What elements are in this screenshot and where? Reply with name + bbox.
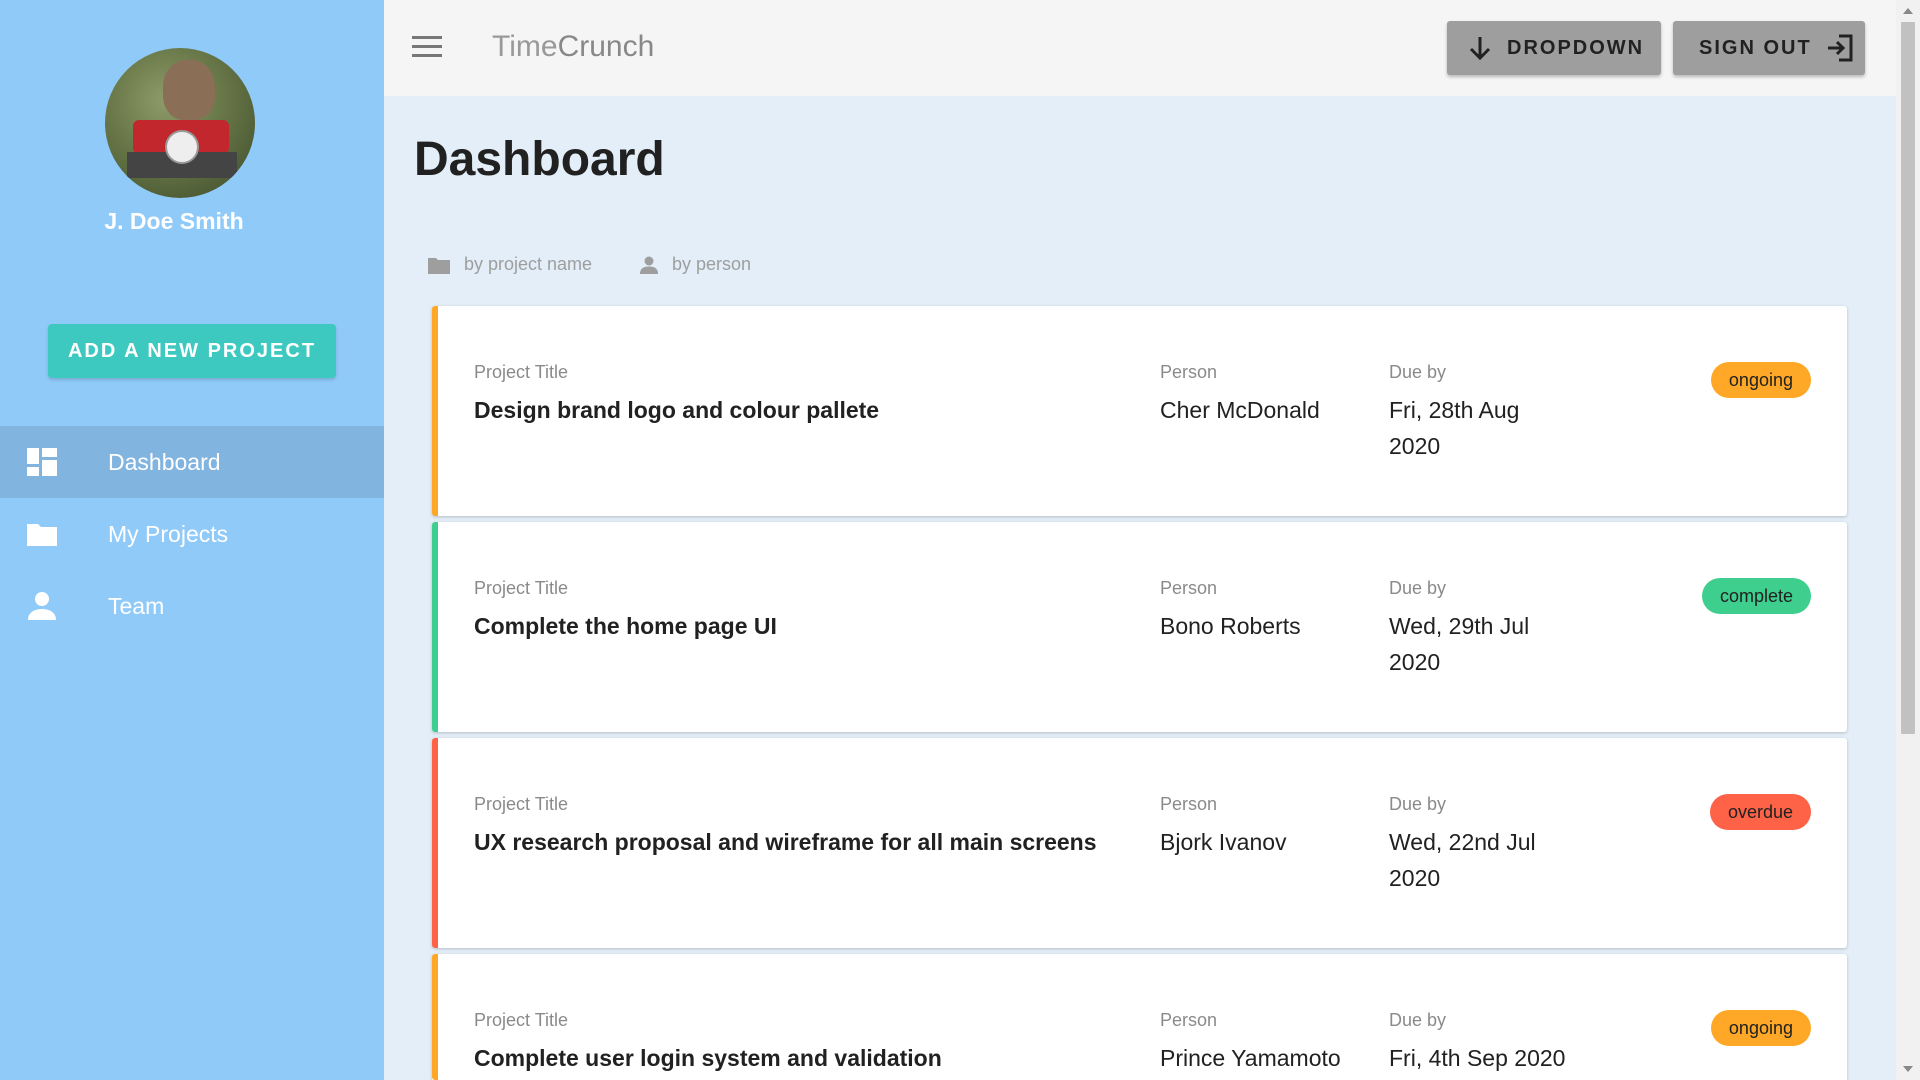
due-label: Due by <box>1389 362 1447 382</box>
project-person: Bono Roberts <box>1160 613 1301 639</box>
scrollbar-thumb[interactable] <box>1901 22 1915 734</box>
person-label: Person <box>1160 578 1218 598</box>
filter-label: by person <box>672 254 752 274</box>
project-due-date: Wed, 29th Jul 2020 <box>1389 613 1530 675</box>
due-label: Due by <box>1389 794 1447 814</box>
sidebar-item-my-projects[interactable]: My Projects <box>0 498 384 570</box>
project-title: Complete user login system and validatio… <box>474 1045 942 1071</box>
sidebar-item-label: My Projects <box>108 520 229 547</box>
sidebar-item-team[interactable]: Team <box>0 570 384 642</box>
dropdown-label: DROPDOWN <box>1507 36 1645 59</box>
sidebar-item-dashboard[interactable]: Dashboard <box>0 426 384 498</box>
status-badge: overdue <box>1709 794 1811 830</box>
hamburger-menu-icon[interactable] <box>412 36 442 58</box>
avatar[interactable] <box>105 48 255 198</box>
project-person: Cher McDonald <box>1160 397 1320 423</box>
page-title: Dashboard <box>414 133 665 186</box>
project-title-label: Project Title <box>474 1010 569 1030</box>
status-stripe <box>432 306 438 516</box>
status-stripe <box>432 522 438 732</box>
project-card[interactable]: Project Title Complete user login system… <box>432 954 1847 1080</box>
project-title-label: Project Title <box>474 578 569 598</box>
user-name: J. Doe Smith <box>104 208 244 234</box>
project-due-date: Fri, 4th Sep 2020 <box>1389 1045 1566 1071</box>
due-label: Due by <box>1389 578 1447 598</box>
project-title-label: Project Title <box>474 794 569 814</box>
top-header: TimeCrunch DROPDOWN SIGN OUT <box>384 0 1896 96</box>
person-icon <box>28 592 56 620</box>
project-title: Design brand logo and colour pallete <box>474 397 880 423</box>
avatar-clock <box>165 130 199 164</box>
project-person: Prince Yamamoto <box>1160 1045 1341 1071</box>
status-stripe <box>432 738 438 948</box>
scroll-down-arrow-icon[interactable] <box>1903 1066 1913 1072</box>
sort-by-project-name[interactable]: by project name <box>428 254 592 275</box>
due-label: Due by <box>1389 1010 1447 1030</box>
add-project-button[interactable]: ADD A NEW PROJECT <box>48 324 336 378</box>
sign-out-icon <box>1827 34 1853 62</box>
project-card[interactable]: Project Title Complete the home page UI … <box>432 522 1847 732</box>
scroll-up-arrow-icon[interactable] <box>1903 8 1913 14</box>
project-due-date: Fri, 28th Aug 2020 <box>1389 397 1520 459</box>
sidebar-item-label: Dashboard <box>108 448 221 475</box>
folder-icon <box>428 257 450 274</box>
project-person: Bjork Ivanov <box>1160 829 1287 855</box>
sign-out-button[interactable]: SIGN OUT <box>1673 21 1865 75</box>
project-title: UX research proposal and wireframe for a… <box>474 829 1097 855</box>
dashboard-icon <box>27 448 57 476</box>
vertical-scrollbar[interactable] <box>1896 0 1920 1080</box>
person-label: Person <box>1160 362 1218 382</box>
status-badge: ongoing <box>1710 1010 1811 1046</box>
project-card[interactable]: Project Title Design brand logo and colo… <box>432 306 1847 516</box>
person-label: Person <box>1160 1010 1218 1030</box>
project-title: Complete the home page UI <box>474 613 777 639</box>
brand-text-bold: Crunch <box>557 30 655 63</box>
brand-text-light: Time <box>492 30 558 63</box>
filter-label: by project name <box>464 254 593 274</box>
dropdown-button[interactable]: DROPDOWN <box>1447 21 1661 75</box>
sidebar: J. Doe Smith ADD A NEW PROJECT Dashboard… <box>0 0 384 1080</box>
status-stripe <box>432 954 438 1080</box>
brand-logo: TimeCrunch <box>492 30 654 64</box>
project-due-date: Wed, 22nd Jul 2020 <box>1389 829 1536 891</box>
folder-icon <box>27 524 57 546</box>
person-label: Person <box>1160 794 1218 814</box>
status-badge: complete <box>1701 578 1811 614</box>
sidebar-item-label: Team <box>108 592 165 619</box>
project-card[interactable]: Project Title UX research proposal and w… <box>432 738 1847 948</box>
sign-out-label: SIGN OUT <box>1699 36 1812 59</box>
project-title-label: Project Title <box>474 362 569 382</box>
person-icon <box>640 256 658 274</box>
sort-by-person[interactable]: by person <box>640 254 751 275</box>
status-badge: ongoing <box>1710 362 1811 398</box>
arrow-down-icon <box>1469 37 1491 61</box>
avatar-squirrel <box>163 60 215 120</box>
